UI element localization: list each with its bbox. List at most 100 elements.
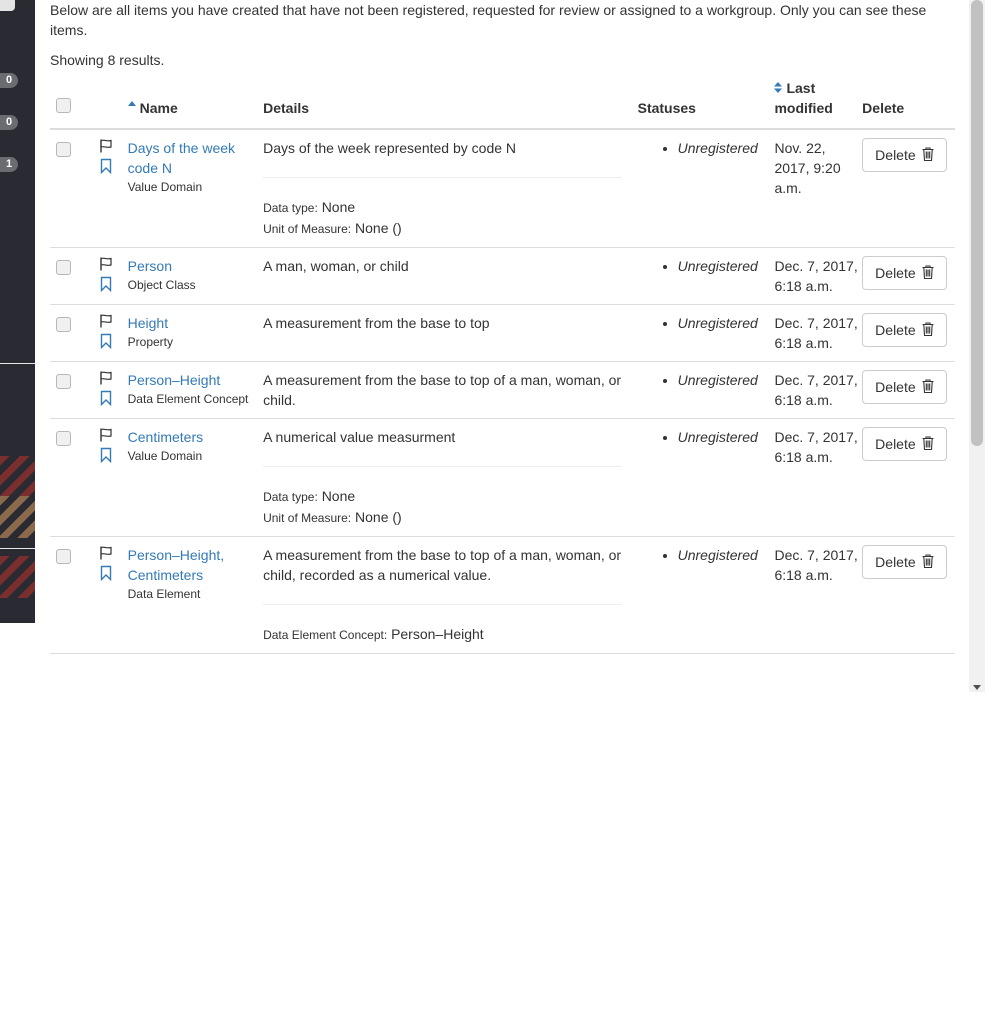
column-header-last-modified[interactable]: Last modified — [774, 78, 863, 130]
item-type: Data Element Concept — [127, 392, 249, 406]
sort-icon — [774, 81, 783, 93]
table-row: Centimeters Value Domain A numerical val… — [50, 418, 955, 537]
bookmark-icon[interactable] — [98, 565, 114, 581]
vertical-scrollbar[interactable] — [969, 0, 985, 692]
table-row: Person–Height, Centimeters Data Element … — [50, 536, 955, 654]
item-type: Value Domain — [127, 180, 203, 194]
unit-of-measure-label: Unit of Measure: — [263, 222, 352, 236]
status-item: Unregistered — [678, 370, 775, 390]
sidebar-pattern — [0, 556, 35, 598]
item-description: A numerical value measurment — [263, 429, 456, 445]
last-modified-date: Dec. 7, 2017, 6:18 a.m. — [774, 361, 863, 419]
unit-of-measure-label: Unit of Measure: — [263, 511, 352, 525]
data-element-concept-value: Person–Height — [391, 626, 484, 642]
item-description: A man, woman, or child — [263, 258, 409, 274]
item-name-link[interactable]: Centimeters — [128, 427, 263, 447]
select-all-checkbox[interactable] — [56, 98, 71, 113]
intro-text: Below are all items you have created tha… — [50, 2, 927, 38]
row-checkbox[interactable] — [56, 317, 71, 332]
column-header-name[interactable]: Name — [127, 78, 264, 130]
sidebar-badge-count[interactable]: 0 — [0, 73, 18, 88]
status-item: Unregistered — [678, 545, 775, 565]
trash-icon — [922, 147, 934, 161]
items-table: Name Details Statuses Last modified Dele… — [50, 78, 955, 654]
data-element-concept-label: Data Element Concept: — [263, 628, 388, 642]
sidebar: 0 0 1 — [0, 0, 35, 623]
trash-icon — [922, 322, 934, 336]
sidebar-pattern — [0, 496, 35, 538]
flag-icon[interactable] — [98, 138, 114, 154]
status-item: Unregistered — [678, 313, 775, 333]
unit-of-measure-value: None () — [355, 220, 402, 236]
data-type-value: None — [321, 488, 356, 504]
details-divider — [263, 604, 622, 605]
flag-icon[interactable] — [98, 370, 114, 386]
delete-button[interactable]: Delete — [862, 256, 947, 290]
item-name-link[interactable]: Person–Height — [128, 370, 263, 390]
delete-button[interactable]: Delete — [862, 545, 947, 579]
item-type: Value Domain — [127, 449, 203, 463]
unit-of-measure-value: None () — [355, 509, 402, 525]
item-description: A measurement from the base to top — [263, 315, 490, 331]
bookmark-icon[interactable] — [98, 333, 114, 349]
flag-icon[interactable] — [98, 427, 114, 443]
bookmark-icon[interactable] — [98, 447, 114, 463]
sidebar-pattern — [0, 456, 35, 496]
data-type-label: Data type: — [263, 201, 318, 215]
item-name-link[interactable]: Height — [128, 313, 263, 333]
column-header-statuses: Statuses — [637, 78, 775, 130]
flag-icon[interactable] — [98, 545, 114, 561]
status-item: Unregistered — [678, 138, 775, 158]
page-viewport: 0 0 1 Below are all items you have creat… — [0, 0, 985, 692]
status-item: Unregistered — [678, 427, 775, 447]
last-modified-date: Dec. 7, 2017, 6:18 a.m. — [774, 418, 863, 537]
trash-icon — [922, 265, 934, 279]
table-row: Person–Height Data Element Concept A mea… — [50, 361, 955, 419]
data-type-value: None — [321, 199, 356, 215]
sidebar-badge-count[interactable]: 0 — [0, 115, 18, 130]
table-row: Height Property A measurement from the b… — [50, 304, 955, 362]
scroll-down-arrow-icon[interactable] — [973, 685, 981, 690]
bookmark-icon[interactable] — [98, 158, 114, 174]
item-name-link[interactable]: Days of the week code N — [128, 138, 263, 178]
item-type: Object Class — [127, 278, 196, 292]
flag-icon[interactable] — [98, 313, 114, 329]
data-type-label: Data type: — [263, 490, 318, 504]
row-checkbox[interactable] — [56, 549, 71, 564]
row-checkbox[interactable] — [56, 260, 71, 275]
row-checkbox[interactable] — [56, 374, 71, 389]
last-modified-date: Dec. 7, 2017, 6:18 a.m. — [774, 536, 863, 654]
item-name-link[interactable]: Person — [128, 256, 263, 276]
sidebar-toggle[interactable] — [0, 0, 15, 11]
item-name-link[interactable]: Person–Height, Centimeters — [128, 545, 263, 585]
last-modified-date: Dec. 7, 2017, 6:18 a.m. — [774, 304, 863, 362]
bookmark-icon[interactable] — [98, 390, 114, 406]
column-header-delete: Delete — [862, 78, 955, 130]
column-header-details: Details — [263, 78, 638, 130]
bookmark-icon[interactable] — [98, 276, 114, 292]
item-type: Data Element — [127, 587, 201, 601]
delete-button[interactable]: Delete — [862, 138, 947, 172]
item-description: Days of the week represented by code N — [263, 140, 517, 156]
details-divider — [263, 177, 622, 178]
item-type: Property — [127, 335, 173, 349]
sidebar-badge-count[interactable]: 1 — [0, 157, 18, 172]
item-description: A measurement from the base to top of a … — [263, 372, 622, 408]
delete-button[interactable]: Delete — [862, 313, 947, 347]
table-row: Person Object Class A man, woman, or chi… — [50, 247, 955, 305]
status-item: Unregistered — [678, 256, 775, 276]
delete-button[interactable]: Delete — [862, 427, 947, 461]
trash-icon — [922, 554, 934, 568]
delete-button[interactable]: Delete — [862, 370, 947, 404]
table-row: Days of the week code N Value Domain Day… — [50, 129, 955, 248]
last-modified-date: Nov. 22, 2017, 9:20 a.m. — [774, 129, 863, 248]
sort-ascending-icon — [127, 100, 136, 106]
row-checkbox[interactable] — [56, 431, 71, 446]
sidebar-divider — [0, 548, 35, 549]
details-divider — [263, 466, 622, 467]
row-checkbox[interactable] — [56, 142, 71, 157]
flag-icon[interactable] — [98, 256, 114, 272]
last-modified-date: Dec. 7, 2017, 6:18 a.m. — [774, 247, 863, 305]
scrollbar-thumb[interactable] — [971, 0, 983, 446]
trash-icon — [922, 379, 934, 393]
